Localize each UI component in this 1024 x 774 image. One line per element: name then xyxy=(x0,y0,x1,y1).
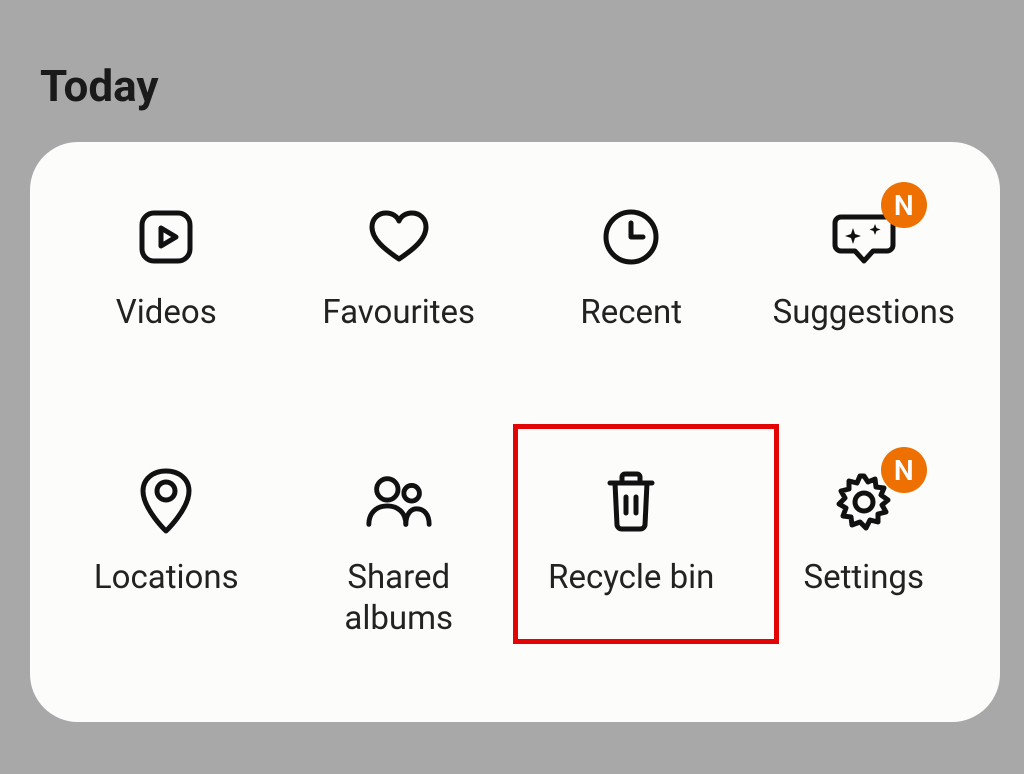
page-title: Today xyxy=(40,60,994,112)
people-icon xyxy=(364,467,434,537)
tile-label: Videos xyxy=(116,292,217,333)
new-badge: N xyxy=(881,182,927,228)
page-root: Today Videos Favourites xyxy=(0,0,1024,774)
tile-label: Shared albums xyxy=(299,557,499,640)
tile-label: Recycle bin xyxy=(548,557,714,598)
tile-recent[interactable]: Recent xyxy=(515,192,748,417)
tile-locations[interactable]: Locations xyxy=(50,457,283,682)
tile-label: Suggestions xyxy=(773,292,955,333)
tile-label: Recent xyxy=(580,292,682,333)
tile-suggestions[interactable]: N Suggestions xyxy=(748,192,981,417)
trash-icon xyxy=(596,467,666,537)
tile-shared-albums[interactable]: Shared albums xyxy=(283,457,516,682)
tile-label: Locations xyxy=(94,557,239,598)
play-square-icon xyxy=(131,202,201,272)
tile-settings[interactable]: N Settings xyxy=(748,457,981,682)
tile-recycle-bin[interactable]: Recycle bin xyxy=(515,457,748,682)
tile-card: Videos Favourites Recent xyxy=(30,142,1000,722)
tile-favourites[interactable]: Favourites xyxy=(283,192,516,417)
gear-icon: N xyxy=(829,467,899,537)
new-badge: N xyxy=(881,447,927,493)
tile-videos[interactable]: Videos xyxy=(50,192,283,417)
tile-label: Favourites xyxy=(322,292,475,333)
tile-label: Settings xyxy=(804,557,925,598)
sparkle-chat-icon: N xyxy=(829,202,899,272)
clock-icon xyxy=(596,202,666,272)
heart-icon xyxy=(364,202,434,272)
pin-icon xyxy=(131,467,201,537)
